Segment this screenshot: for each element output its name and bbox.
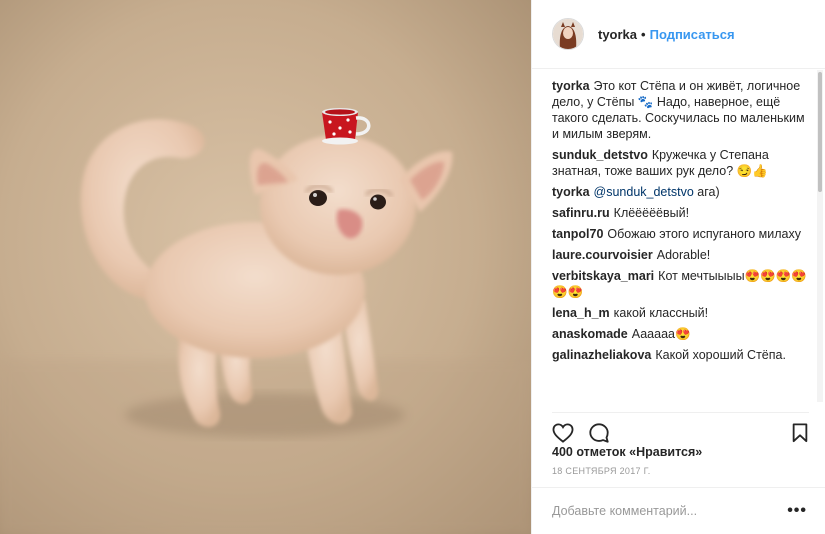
more-options-button[interactable]: ••• xyxy=(787,502,807,520)
felt-cat-image xyxy=(0,0,531,534)
comment-icon xyxy=(589,423,609,443)
comment-text: ага) xyxy=(697,185,720,199)
post-header: tyorka • Подписаться xyxy=(532,0,825,69)
author-username[interactable]: tyorka xyxy=(598,27,637,42)
comment-text: Обожаю этого испуганого милаху xyxy=(607,227,801,241)
comment-item: lena_h_m какой классный! xyxy=(552,305,807,321)
action-bar xyxy=(552,412,809,447)
comment-username[interactable]: tyorka xyxy=(552,185,590,199)
add-comment-bar: ••• xyxy=(532,487,825,534)
comment-username[interactable]: laure.courvoisier xyxy=(552,248,653,262)
follow-button[interactable]: Подписаться xyxy=(650,27,735,42)
comment-username[interactable]: safinru.ru xyxy=(552,206,610,220)
comment-username[interactable]: tyorka xyxy=(552,79,590,93)
post-sidebar: tyorka • Подписаться tyorka Это кот Стёпа… xyxy=(531,0,825,534)
comment-username[interactable]: sunduk_detstvo xyxy=(552,148,648,162)
heart-icon xyxy=(552,423,574,443)
post-date[interactable]: 18 СЕНТЯБРЯ 2017 Г. xyxy=(552,466,651,476)
avatar-image xyxy=(553,19,583,49)
comment-username[interactable]: galinazheliakova xyxy=(552,348,651,362)
post-photo[interactable] xyxy=(0,0,531,534)
save-button[interactable] xyxy=(791,423,809,443)
like-button[interactable] xyxy=(552,423,574,443)
comment-item: tanpol70 Обожаю этого испуганого милаху xyxy=(552,226,807,242)
comment-item: tyorka @sunduk_detstvo ага) xyxy=(552,184,807,200)
comment-text: Какой хороший Стёпа. xyxy=(655,348,786,362)
separator-dot: • xyxy=(641,26,646,42)
comment-item: tyorka Это кот Стёпа и он живёт, логичное… xyxy=(552,78,807,142)
comment-username[interactable]: verbitskaya_mari xyxy=(552,269,654,283)
comment-username[interactable]: lena_h_m xyxy=(552,306,610,320)
bookmark-icon xyxy=(792,423,808,443)
comment-text: Аааааа😍 xyxy=(631,327,691,341)
comment-text: Adorable! xyxy=(656,248,711,262)
comments-scrollbar[interactable] xyxy=(817,70,823,402)
comment-text: какой классный! xyxy=(613,306,709,320)
comment-mention[interactable]: @sunduk_detstvo xyxy=(594,185,694,199)
header-text: tyorka • Подписаться xyxy=(598,27,735,42)
comment-item: galinazheliakova Какой хороший Стёпа. xyxy=(552,347,807,363)
comment-item: anaskomade Аааааа😍 xyxy=(552,326,807,342)
likes-count[interactable]: 400 отметок «Нравится» xyxy=(552,445,702,459)
author-avatar[interactable] xyxy=(552,18,584,50)
comment-username[interactable]: anaskomade xyxy=(552,327,628,341)
comment-item: verbitskaya_mari Кот мечтыыыы😍😍😍😍😍😍 xyxy=(552,268,807,300)
scrollbar-thumb[interactable] xyxy=(818,72,822,192)
comment-item: safinru.ru Клёёёёёвый! xyxy=(552,205,807,221)
comment-button[interactable] xyxy=(588,422,610,444)
comment-item: laure.courvoisier Adorable! xyxy=(552,247,807,263)
instagram-post: tyorka • Подписаться tyorka Это кот Стёпа… xyxy=(0,0,825,534)
comment-item: sunduk_detstvo Кружечка у Степана знатная… xyxy=(552,147,807,179)
comment-text: Клёёёёёвый! xyxy=(613,206,690,220)
add-comment-input[interactable] xyxy=(552,504,788,518)
comments-list[interactable]: tyorka Это кот Стёпа и он живёт, логичное… xyxy=(552,78,807,400)
comment-username[interactable]: tanpol70 xyxy=(552,227,603,241)
